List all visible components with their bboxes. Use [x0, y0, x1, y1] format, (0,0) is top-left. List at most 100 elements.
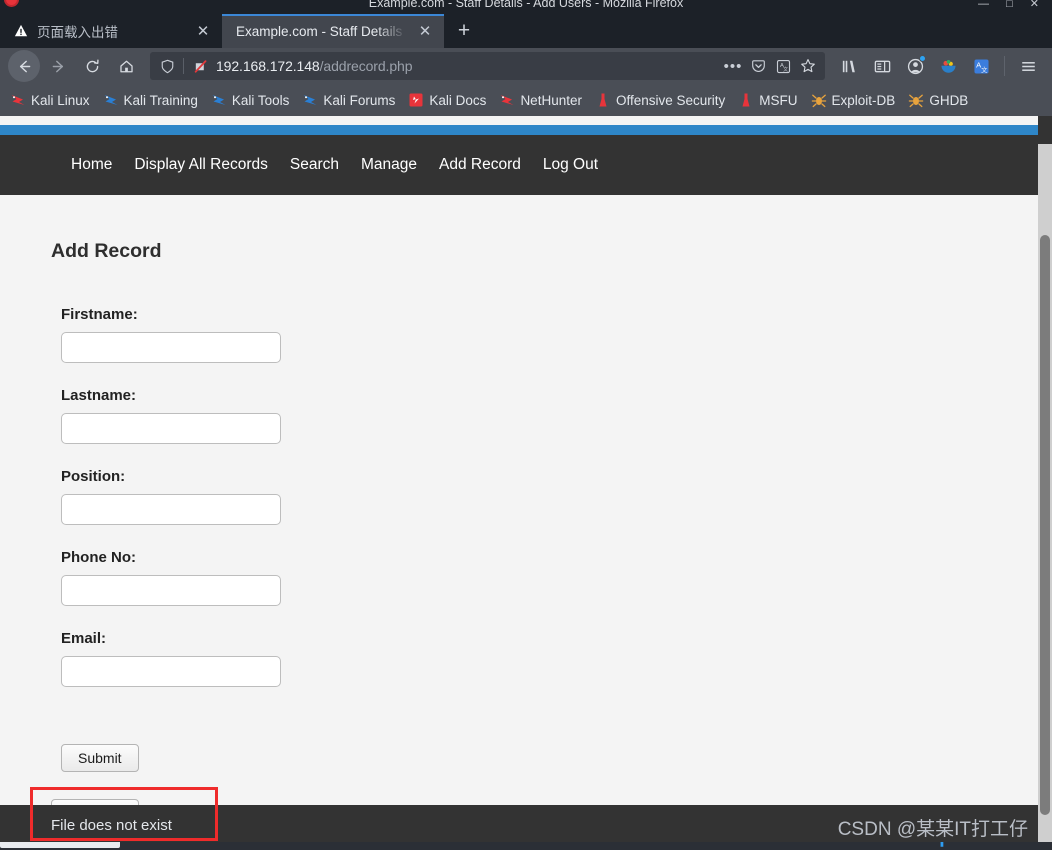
- bookmark-label: Kali Training: [123, 92, 198, 108]
- kali-dragon-icon: [303, 95, 317, 105]
- firstname-input[interactable]: [61, 332, 281, 363]
- page-viewport: Home Display All Records Search Manage A…: [0, 116, 1052, 850]
- error-message: File does not exist: [51, 817, 172, 834]
- window-controls[interactable]: — □ ✕: [978, 0, 1046, 11]
- insecure-glyph: [194, 59, 206, 73]
- taskbar-right-icons[interactable]: ☁: [1000, 842, 1020, 846]
- star-icon[interactable]: [799, 57, 817, 75]
- account-icon[interactable]: [901, 52, 929, 80]
- bookmark-label: Kali Forums: [323, 92, 396, 108]
- bookmark-offensive-security[interactable]: Offensive Security: [595, 92, 725, 108]
- shield-glyph: [161, 59, 173, 73]
- warning-icon: [14, 24, 28, 37]
- offsec-icon: [742, 93, 750, 107]
- nav-item-manage[interactable]: Manage: [350, 156, 428, 174]
- toolbar-right-group: A 文: [835, 52, 1044, 80]
- back-button[interactable]: [8, 50, 40, 82]
- tab-label: 页面载入出错: [37, 25, 118, 40]
- toolbar-separator: [1004, 56, 1005, 76]
- field-label: Firstname:: [61, 306, 138, 323]
- bookmark-nethunter[interactable]: NetHunter: [499, 92, 582, 108]
- hamburger-menu-icon[interactable]: [1014, 52, 1042, 80]
- taskbar-window-button[interactable]: [0, 842, 120, 848]
- bookmark-kali-docs[interactable]: Kali Docs: [408, 92, 486, 108]
- desktop-taskbar[interactable]: ▪ ▫ ▫ 中 ☁: [0, 842, 1052, 850]
- bookmark-label: GHDB: [929, 92, 969, 108]
- nav-item-add-record[interactable]: Add Record: [428, 156, 532, 174]
- bookmark-kali-linux[interactable]: Kali Linux: [10, 92, 90, 108]
- page-scrollbar[interactable]: [1038, 116, 1052, 850]
- kali-docs-icon: [409, 93, 423, 107]
- bookmarks-bar: Kali Linux Kali Training Kali Tools Kali…: [0, 84, 1052, 116]
- bookmark-label: Exploit-DB: [831, 92, 896, 108]
- home-icon: [119, 60, 133, 72]
- tab-staff-details[interactable]: Example.com - Staff Details ✕: [222, 14, 444, 48]
- field-label: Position:: [61, 468, 126, 485]
- forward-button[interactable]: [42, 50, 74, 82]
- insecure-connection-icon[interactable]: [191, 57, 209, 75]
- page-title: Add Record: [51, 240, 162, 262]
- nav-item-log-out[interactable]: Log Out: [532, 156, 609, 174]
- field-label: Phone No:: [61, 549, 136, 566]
- kali-dragon-icon: [11, 95, 25, 105]
- lastname-input[interactable]: [61, 413, 281, 444]
- page-content: Add Record Firstname: Lastname: Position…: [0, 195, 1038, 850]
- phone-input[interactable]: [61, 575, 281, 606]
- bookmark-kali-tools[interactable]: Kali Tools: [211, 92, 289, 108]
- bookmark-label: NetHunter: [520, 92, 582, 108]
- email-input[interactable]: [61, 656, 281, 687]
- bookmark-label: MSFU: [759, 92, 798, 108]
- field-email: Email:: [61, 631, 361, 687]
- ime-indicator[interactable]: 中: [930, 842, 954, 849]
- add-record-form: Firstname: Lastname: Position: Phone No:: [61, 307, 361, 712]
- star-glyph: [801, 59, 815, 73]
- tab-strip: 页面载入出错 ✕ Example.com - Staff Details ✕ +: [0, 14, 1052, 48]
- fruit-bowl-glyph: [940, 59, 956, 73]
- pocket-icon[interactable]: [749, 57, 767, 75]
- home-button[interactable]: [110, 50, 142, 82]
- sidebar-icon[interactable]: [868, 52, 896, 80]
- hamburger-glyph: [1021, 61, 1035, 71]
- nav-item-home[interactable]: Home: [60, 156, 123, 174]
- translate-extension-icon[interactable]: A 文: [967, 52, 995, 80]
- forward-arrow-icon: [52, 60, 63, 72]
- bookmark-exploit-db[interactable]: Exploit-DB: [811, 92, 896, 108]
- accent-bar: [0, 125, 1038, 135]
- bookmark-kali-forums[interactable]: Kali Forums: [302, 92, 395, 108]
- tab-close-icon[interactable]: ✕: [416, 22, 434, 40]
- url-text[interactable]: 192.168.172.148/addrecord.php: [216, 58, 717, 74]
- library-icon[interactable]: [835, 52, 863, 80]
- position-input[interactable]: [61, 494, 281, 525]
- bookmark-ghdb[interactable]: GHDB: [908, 92, 968, 108]
- tab-close-icon[interactable]: ✕: [194, 22, 212, 40]
- submit-button[interactable]: Submit: [61, 744, 139, 772]
- field-label: Email:: [61, 630, 107, 647]
- sidebar-glyph: [874, 60, 890, 72]
- url-divider: [183, 58, 184, 74]
- watermark: CSDN @某某IT打工仔: [837, 819, 1028, 840]
- browser-window: Example.com - Staff Details - Add Users …: [0, 0, 1052, 850]
- bookmark-msfu[interactable]: MSFU: [738, 92, 798, 108]
- translate-page-icon[interactable]: A 文: [774, 57, 792, 75]
- scrollbar-thumb[interactable]: [1040, 235, 1050, 815]
- nav-item-search[interactable]: Search: [279, 156, 350, 174]
- field-lastname: Lastname:: [61, 388, 361, 444]
- fruit-bowl-extension-icon[interactable]: [934, 52, 962, 80]
- site-navigation: Home Display All Records Search Manage A…: [0, 135, 1038, 195]
- url-path: /addrecord.php: [319, 58, 413, 74]
- bookmark-kali-training[interactable]: Kali Training: [103, 92, 198, 108]
- page-actions-icon[interactable]: •••: [724, 57, 742, 75]
- bookmark-label: Offensive Security: [615, 92, 726, 108]
- url-bar[interactable]: 192.168.172.148/addrecord.php ••• A 文: [150, 52, 825, 80]
- translate-glyph: A 文: [776, 59, 790, 73]
- nav-item-display-all[interactable]: Display All Records: [123, 156, 279, 174]
- taskbar-tray-icons[interactable]: ▪ ▫ ▫: [880, 842, 938, 845]
- reload-button[interactable]: [76, 50, 108, 82]
- tab-error-page[interactable]: 页面载入出错 ✕: [0, 14, 222, 48]
- navigation-toolbar: 192.168.172.148/addrecord.php ••• A 文 A …: [0, 48, 1052, 84]
- scrollbar-track-top: [1038, 116, 1052, 144]
- pocket-glyph: [751, 59, 765, 72]
- bookmark-label: Kali Linux: [31, 92, 90, 108]
- new-tab-button[interactable]: +: [444, 14, 484, 48]
- shield-icon[interactable]: [158, 57, 176, 75]
